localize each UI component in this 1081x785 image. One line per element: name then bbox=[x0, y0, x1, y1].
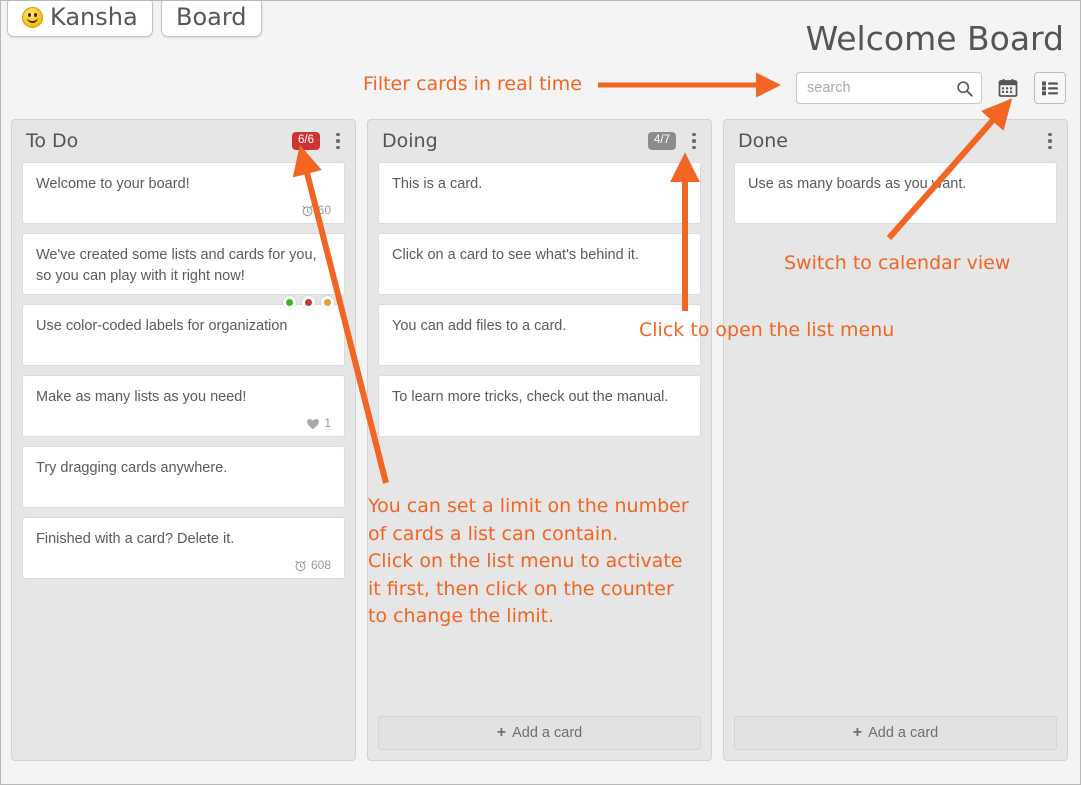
card[interactable]: Use as many boards as you want. bbox=[734, 162, 1057, 224]
label-dot[interactable] bbox=[283, 296, 296, 309]
card-meta: 1 bbox=[306, 410, 331, 430]
calendar-view-button[interactable] bbox=[992, 72, 1024, 104]
calendar-icon bbox=[998, 79, 1018, 97]
card[interactable]: Welcome to your board! 60 bbox=[22, 162, 345, 224]
list-title: Doing bbox=[382, 130, 438, 152]
plus-icon: + bbox=[496, 724, 507, 741]
card-text: Welcome to your board! bbox=[36, 176, 190, 192]
annotation-filter: Filter cards in real time bbox=[363, 73, 582, 95]
card-meta-value: 1 bbox=[324, 416, 331, 430]
card-list: Use as many boards as you want. bbox=[724, 162, 1067, 707]
card-meta: 60 bbox=[301, 197, 331, 217]
card-text: You can add files to a card. bbox=[392, 318, 567, 334]
list-count-badge[interactable]: 4/7 bbox=[648, 132, 676, 150]
list-menu-button[interactable] bbox=[685, 129, 703, 153]
card-text: To learn more tricks, check out the manu… bbox=[392, 389, 669, 405]
card-list: Welcome to your board! 60 We've created so… bbox=[12, 162, 355, 760]
card-text: Finished with a card? Delete it. bbox=[36, 531, 235, 547]
list-column-doing: Doing 4/7 This is a card. Click on a card t… bbox=[367, 119, 712, 761]
card[interactable]: Try dragging cards anywhere. bbox=[22, 446, 345, 508]
search-input[interactable] bbox=[797, 73, 981, 103]
card[interactable]: To learn more tricks, check out the manu… bbox=[378, 375, 701, 437]
card[interactable]: Use color-coded labels for organization bbox=[22, 296, 345, 366]
list-header: To Do 6/6 bbox=[12, 120, 355, 162]
card-labels bbox=[283, 296, 334, 309]
page-title: Welcome Board bbox=[805, 19, 1064, 58]
plus-icon: + bbox=[852, 724, 863, 741]
card[interactable]: Finished with a card? Delete it. 608 bbox=[22, 517, 345, 579]
list-header: Done bbox=[724, 120, 1067, 162]
tab-kansha-label: Kansha bbox=[50, 3, 138, 31]
search-box[interactable] bbox=[796, 72, 982, 104]
card[interactable]: This is a card. bbox=[378, 162, 701, 224]
add-card-button[interactable]: + Add a card bbox=[734, 716, 1057, 750]
card-text: We've created some lists and cards for y… bbox=[36, 247, 317, 284]
card-text: Use color-coded labels for organization bbox=[36, 318, 288, 334]
label-dot[interactable] bbox=[321, 296, 334, 309]
heart-icon bbox=[307, 418, 320, 429]
tab-board[interactable]: Board bbox=[161, 1, 262, 37]
tab-board-label: Board bbox=[176, 3, 247, 31]
alarm-clock-icon bbox=[295, 560, 306, 571]
card[interactable]: Click on a card to see what's behind it. bbox=[378, 233, 701, 295]
list-column-to-do: To Do 6/6 Welcome to your board! 60 We've cr… bbox=[11, 119, 356, 761]
add-card-button[interactable]: + Add a card bbox=[378, 716, 701, 750]
kansha-app-window: Kansha Board Welcome Board search To Do … bbox=[0, 0, 1081, 785]
label-dot[interactable] bbox=[302, 296, 315, 309]
add-card-label: Add a card bbox=[512, 725, 583, 741]
list-menu-button[interactable] bbox=[1041, 129, 1059, 153]
card-meta-value: 608 bbox=[310, 558, 331, 572]
add-card-label: Add a card bbox=[868, 725, 939, 741]
tab-kansha[interactable]: Kansha bbox=[7, 1, 153, 37]
card-meta-value: 60 bbox=[317, 203, 331, 217]
smiley-icon bbox=[22, 6, 43, 28]
card-text: Make as many lists as you need! bbox=[36, 389, 247, 405]
list-title: To Do bbox=[26, 130, 79, 152]
list-column-done: Done Use as many boards as you want. + Add … bbox=[723, 119, 1068, 761]
board-columns: To Do 6/6 Welcome to your board! 60 We've cr… bbox=[11, 119, 1073, 761]
list-menu-button[interactable] bbox=[329, 129, 347, 153]
alarm-clock-icon bbox=[302, 205, 313, 216]
card-meta: 608 bbox=[294, 552, 331, 572]
list-view-icon bbox=[1042, 81, 1058, 96]
list-title: Done bbox=[738, 130, 788, 152]
list-count-badge[interactable]: 6/6 bbox=[292, 132, 320, 150]
card-text: Use as many boards as you want. bbox=[748, 176, 967, 192]
board-toolbar bbox=[796, 72, 1066, 104]
list-header: Doing 4/7 bbox=[368, 120, 711, 162]
card[interactable]: You can add files to a card. bbox=[378, 304, 701, 366]
card[interactable]: We've created some lists and cards for y… bbox=[22, 233, 345, 295]
card-text: Try dragging cards anywhere. bbox=[36, 460, 228, 476]
card[interactable]: Make as many lists as you need! 1 bbox=[22, 375, 345, 437]
card-list: This is a card. Click on a card to see wh… bbox=[368, 162, 711, 707]
card-text: Click on a card to see what's behind it. bbox=[392, 247, 639, 263]
list-view-button[interactable] bbox=[1034, 72, 1066, 104]
card-text: This is a card. bbox=[392, 176, 483, 192]
